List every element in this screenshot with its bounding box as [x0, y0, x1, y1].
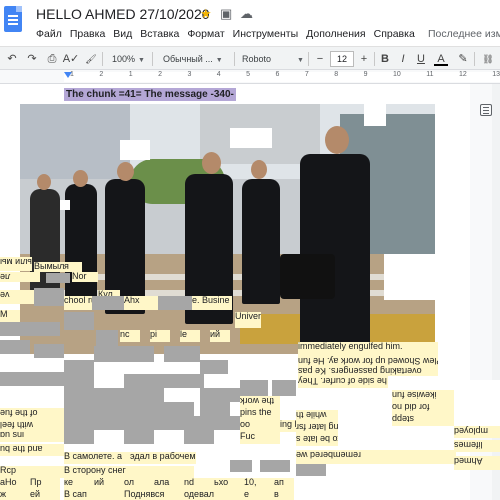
photo-person	[30, 189, 60, 299]
photo-person-head	[202, 152, 221, 174]
menu-addons[interactable]: Дополнения	[302, 27, 369, 41]
ruler-tick-label: 2	[99, 71, 104, 78]
ruler-tick-label: 9	[363, 71, 368, 78]
increase-font-size-button[interactable]: +	[358, 51, 370, 67]
outline-icon[interactable]	[480, 104, 492, 116]
ruler-tick-label: 12	[458, 71, 467, 78]
ruler-tick-label: 8	[334, 71, 339, 78]
ruler-tick-label: 4	[216, 71, 221, 78]
photo-person	[300, 154, 370, 349]
ruler-tick-label: 11	[426, 71, 434, 78]
ruler-tick-label: 6	[275, 71, 280, 78]
menu-file[interactable]: Файл	[32, 27, 66, 41]
menu-insert[interactable]: Вставка	[136, 27, 183, 41]
menu-format[interactable]: Формат	[183, 27, 228, 41]
style-select[interactable]: Обычный ... ▼	[163, 51, 223, 67]
toolbar-separator	[474, 52, 475, 66]
zoom-value: 100%	[112, 54, 136, 64]
redo-icon[interactable]: ↷	[24, 51, 40, 67]
last-edit-link[interactable]: Последнее изме	[428, 28, 500, 40]
photo-person	[65, 184, 97, 304]
font-value: Roboto	[242, 54, 272, 64]
move-to-folder-icon[interactable]: ▣	[220, 7, 232, 21]
spellcheck-icon[interactable]: A✓	[62, 51, 80, 67]
document-heading: The chunk =41= The message -340-	[64, 88, 236, 101]
ruler-tick-label: 5	[246, 71, 251, 78]
ruler-tick-label: 10	[392, 71, 401, 78]
menu-tools[interactable]: Инструменты	[229, 27, 302, 41]
photo-person-head	[37, 174, 51, 190]
docs-icon[interactable]	[4, 6, 22, 32]
menu-view[interactable]: Вид	[109, 27, 136, 41]
menu-help[interactable]: Справка	[370, 27, 419, 41]
ruler-tick-label: 3	[187, 71, 192, 78]
vertical-scrollbar[interactable]	[492, 84, 500, 500]
menu-edit[interactable]: Правка	[66, 27, 109, 41]
toolbar-separator	[308, 52, 309, 66]
highlight-icon[interactable]: ✎	[456, 51, 470, 67]
app-window: HELLO AHMED 27/10/2020 ★ ▣ ☁ Файл Правка…	[0, 0, 500, 500]
decrease-font-size-button[interactable]: −	[314, 51, 326, 67]
print-icon[interactable]: ⎙	[44, 51, 60, 67]
ruler-tick-label: 2	[158, 71, 162, 78]
menu-bar: Файл Правка Вид Вставка Формат Инструмен…	[32, 27, 419, 41]
document-title[interactable]: HELLO AHMED 27/10/2020	[36, 6, 210, 22]
text-color-button[interactable]: A	[434, 51, 448, 66]
bold-button[interactable]: B	[378, 51, 392, 67]
photo-person-head	[73, 170, 88, 187]
photo-person	[105, 179, 145, 314]
toolbar-separator	[234, 52, 235, 66]
ruler: 1 2 1 2 3 4 5 6 7 8 9 10 11 12 13	[0, 70, 500, 84]
undo-icon[interactable]: ↶	[4, 51, 20, 67]
toolbar-separator	[152, 52, 153, 66]
toolbar-separator	[102, 52, 103, 66]
chevron-down-icon: ▼	[215, 57, 223, 64]
photo-person-head	[251, 160, 267, 179]
underline-button[interactable]: U	[414, 51, 428, 67]
ruler-tick-label: 1	[128, 71, 133, 78]
photo-person-head	[325, 126, 349, 154]
chevron-down-icon: ▼	[138, 57, 145, 64]
ruler-ticks: 1 2 1 2 3 4 5 6 7 8 9 10 11 12 13	[70, 71, 500, 83]
ruler-tick-label: 1	[70, 71, 74, 78]
paint-format-icon[interactable]: 🖌	[84, 51, 98, 67]
toolbar-separator	[374, 52, 375, 66]
font-select[interactable]: Roboto ▼	[242, 51, 304, 67]
zoom-select[interactable]: 100% ▼	[112, 51, 145, 67]
italic-button[interactable]: I	[396, 51, 410, 67]
ruler-tick-label: 13	[492, 71, 500, 78]
title-bar: HELLO AHMED 27/10/2020 ★ ▣ ☁ Файл Правка…	[0, 0, 500, 46]
ruler-tick-label: 7	[304, 71, 309, 78]
photo-building	[20, 104, 130, 179]
font-size-input[interactable]: 12	[330, 51, 354, 67]
photo-person	[242, 179, 280, 304]
photo-person-head	[117, 162, 134, 181]
cloud-status-icon[interactable]: ☁	[240, 7, 253, 21]
photo-briefcase	[280, 254, 335, 299]
toolbar: ↶ ↷ ⎙ A✓ 🖌 100% ▼ Обычный ... ▼ Roboto ▼ − …	[0, 46, 500, 70]
photo-person	[185, 174, 233, 324]
link-icon[interactable]: ⛓	[480, 51, 496, 67]
embedded-photo[interactable]	[20, 104, 435, 354]
style-value: Обычный ...	[163, 54, 213, 64]
chevron-down-icon: ▼	[297, 57, 304, 64]
star-icon[interactable]: ★	[200, 7, 212, 21]
